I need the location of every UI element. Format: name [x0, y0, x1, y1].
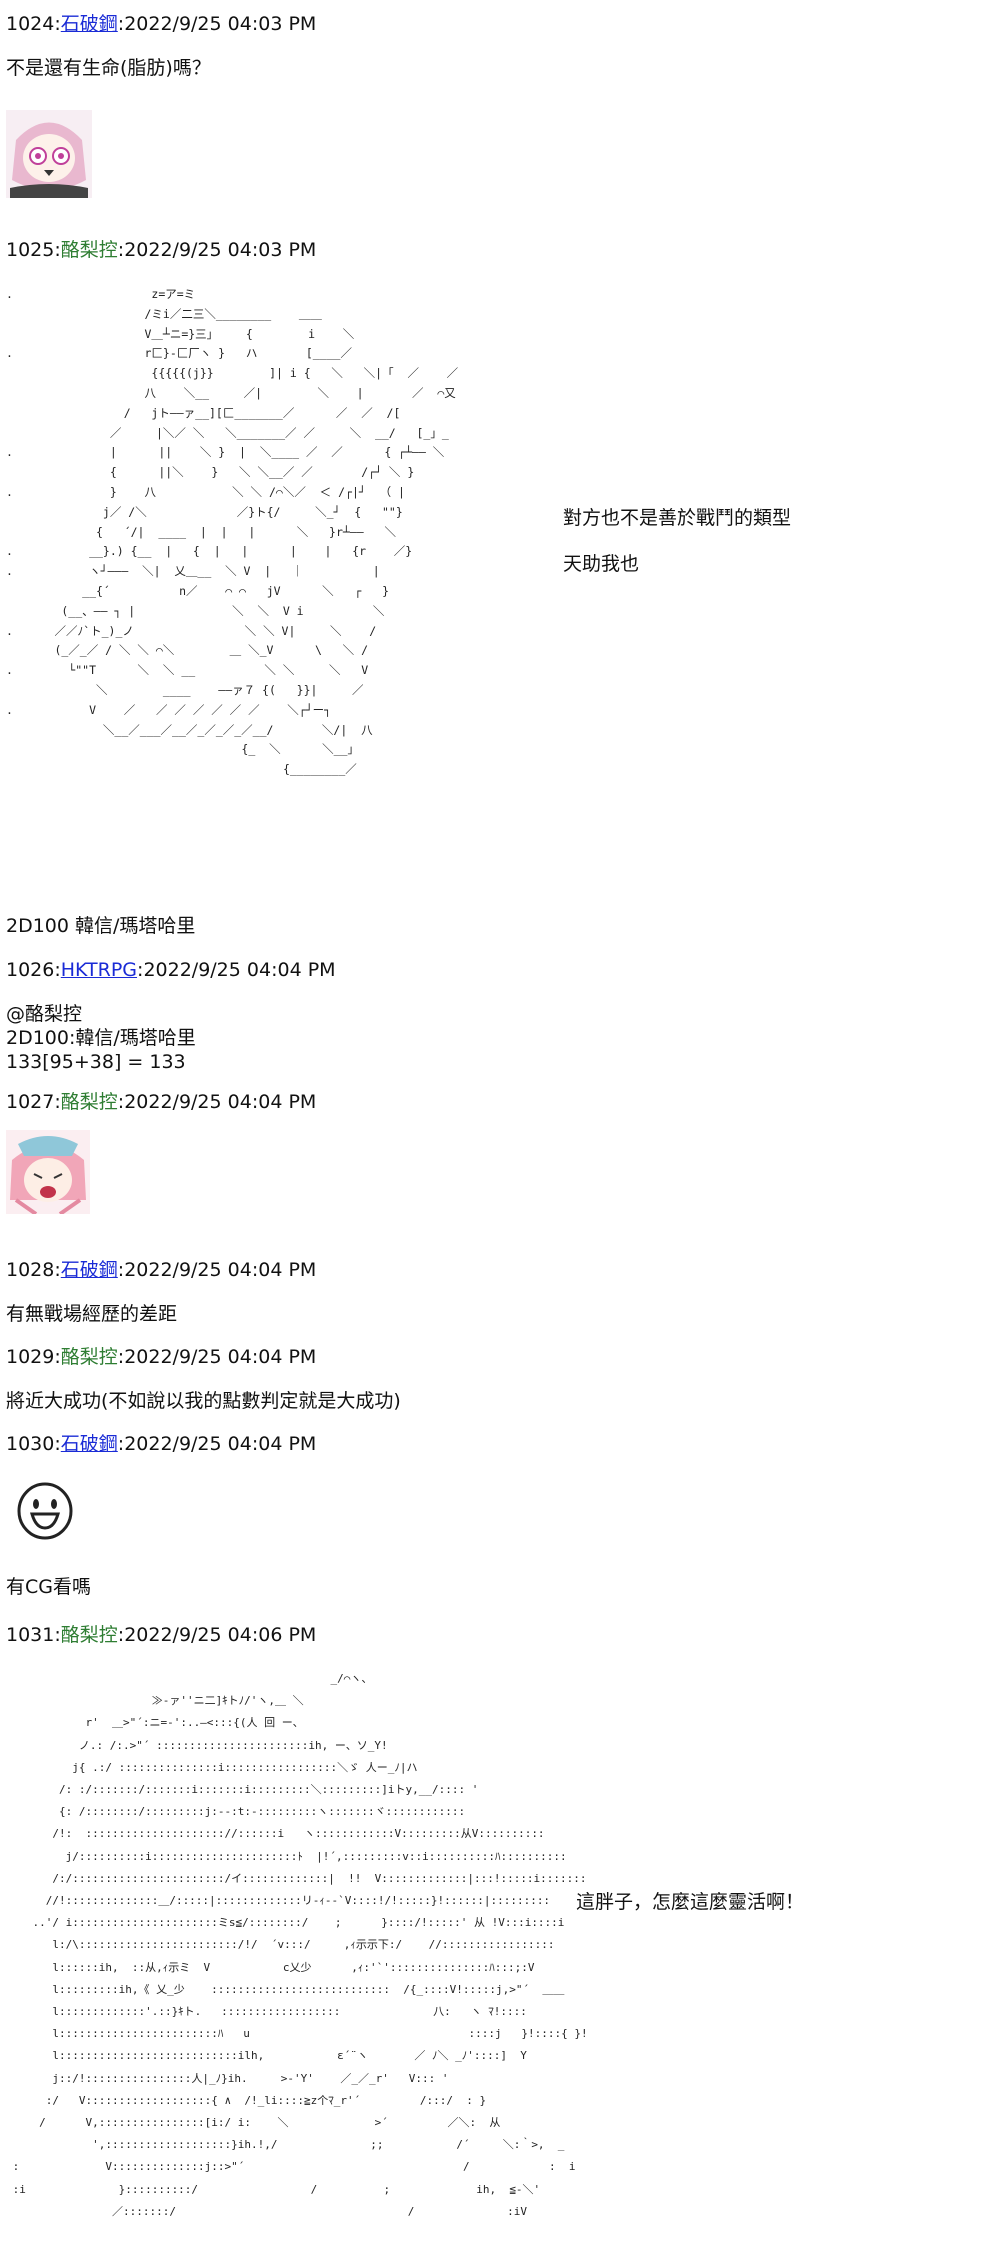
ascii-art-2: _/⌒ヽ、 ≫-ァ''ニ二]ｷトﾉ/'ヽ,＿ ＼ r' ＿>"´:ニ=-':..…: [12, 1672, 586, 2218]
post-1030: 1030:石破鋼:2022/9/25 04:04 PM: [6, 1432, 986, 1456]
post-line: @酪梨控: [6, 1003, 83, 1025]
post-header: 1028:石破鋼:2022/9/25 04:04 PM: [6, 1259, 317, 1281]
post-date: 2022/9/25 04:04 PM: [143, 959, 336, 981]
post-line: 2D100:韓信/瑪塔哈里: [6, 1027, 196, 1049]
post-1031: 1031:酪梨控:2022/9/25 04:06 PM: [6, 1623, 986, 1647]
poster-name: 酪梨控: [60, 1624, 118, 1646]
poster-name-link[interactable]: 石破鋼: [61, 13, 118, 35]
post-number: 1026: [6, 959, 55, 981]
poster-name: 酪梨控: [60, 239, 118, 261]
aa-side-text-2: 天助我也: [563, 553, 640, 575]
post-text: 有無戰場經歷的差距: [6, 1303, 178, 1325]
poster-name-link[interactable]: 石破鋼: [61, 1259, 118, 1281]
post-1027: 1027:酪梨控:2022/9/25 04:04 PM: [6, 1090, 986, 1114]
post-1025-text: 2D100 韓信/瑪塔哈里: [6, 914, 986, 938]
post-number: 1024: [6, 13, 55, 35]
post-header: 1027:酪梨控:2022/9/25 04:04 PM: [6, 1091, 317, 1113]
post-1024: 1024:石破鋼:2022/9/25 04:03 PM 不是還有生命(脂肪)嗎？: [6, 12, 986, 80]
post-text: 不是還有生命(脂肪)嗎？: [6, 57, 211, 79]
post-number: 1031: [6, 1624, 55, 1646]
post-header: 1024:石破鋼:2022/9/25 04:03 PM: [6, 13, 317, 35]
aa-side-text-1: 對方也不是善於戰鬥的類型: [563, 507, 792, 529]
post-date: 2022/9/25 04:04 PM: [124, 1346, 317, 1368]
post-number: 1028: [6, 1259, 55, 1281]
post-text: 2D100 韓信/瑪塔哈里: [6, 915, 196, 937]
post-header: 1026:HKTRPG:2022/9/25 04:04 PM: [6, 959, 336, 981]
post-number: 1027: [6, 1091, 55, 1113]
post-number: 1025: [6, 239, 55, 261]
post-date: 2022/9/25 04:04 PM: [124, 1091, 317, 1113]
poster-name-link[interactable]: HKTRPG: [61, 959, 137, 981]
post-date: 2022/9/25 04:03 PM: [124, 13, 317, 35]
post-1030-text: 有CG看嗎: [6, 1575, 986, 1599]
poster-name-link[interactable]: 石破鋼: [61, 1433, 118, 1455]
post-1029: 1029:酪梨控:2022/9/25 04:04 PM 將近大成功(不如說以我的…: [6, 1345, 986, 1413]
post-number: 1030: [6, 1433, 55, 1455]
post-1025: 1025:酪梨控:2022/9/25 04:03 PM: [6, 238, 986, 262]
post-date: 2022/9/25 04:03 PM: [124, 239, 317, 261]
post-header: 1029:酪梨控:2022/9/25 04:04 PM: [6, 1346, 317, 1368]
avatar-image-girl-2: [6, 1130, 90, 1216]
post-1028: 1028:石破鋼:2022/9/25 04:04 PM 有無戰場經歷的差距: [6, 1258, 986, 1326]
post-header: 1025:酪梨控:2022/9/25 04:03 PM: [6, 239, 317, 261]
post-text: 將近大成功(不如說以我的點數判定就是大成功): [6, 1390, 401, 1412]
post-header: 1030:石破鋼:2022/9/25 04:04 PM: [6, 1433, 317, 1455]
ascii-art-1: . z=ア=ミ /ミi／二三＼________ ＿＿ V＿┴ニ=}三」 { i …: [6, 287, 459, 777]
poster-name: 酪梨控: [60, 1346, 118, 1368]
poster-name: 酪梨控: [60, 1091, 118, 1113]
post-date: 2022/9/25 04:04 PM: [124, 1259, 317, 1281]
smiley-face-image: [14, 1480, 76, 1542]
post-date: 2022/9/25 04:06 PM: [124, 1624, 317, 1646]
post-text: 有CG看嗎: [6, 1576, 91, 1598]
post-header: 1031:酪梨控:2022/9/25 04:06 PM: [6, 1624, 317, 1646]
post-number: 1029: [6, 1346, 55, 1368]
post-date: 2022/9/25 04:04 PM: [124, 1433, 317, 1455]
avatar-image-girl-1: [6, 110, 92, 198]
post-line: 133[95+38] = 133: [6, 1051, 186, 1073]
post-1026: 1026:HKTRPG:2022/9/25 04:04 PM @酪梨控 2D10…: [6, 958, 986, 1074]
aa-side-text-3: 這胖子，怎麼這麼靈活啊！: [576, 1891, 805, 1913]
